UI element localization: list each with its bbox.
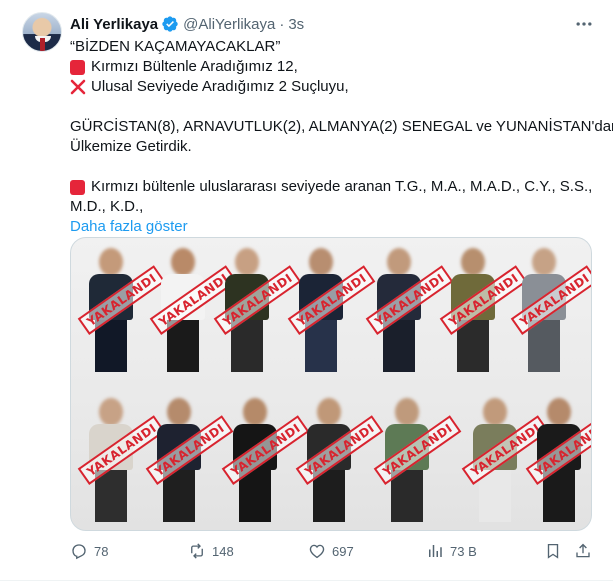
blurred-face (317, 398, 341, 426)
analytics-icon (429, 545, 442, 557)
person-legs (231, 320, 263, 372)
tweet-actions: 78 148 697 73 B (70, 541, 592, 561)
blurred-face (483, 398, 507, 426)
red-square-icon (70, 179, 85, 195)
reply-count: 78 (94, 543, 109, 559)
tweet-media-image[interactable]: YAKALANDI YAKALANDI YAKALANDI YAKALANDI YAKA… (70, 237, 592, 531)
reply-button[interactable]: 78 (70, 541, 108, 561)
person-legs (457, 320, 489, 372)
person-legs (313, 470, 345, 522)
tweet-header: Ali Yerlikaya @AliYerlikaya · 3s (70, 14, 304, 34)
blurred-face (243, 398, 267, 426)
photographed-person: YAKALANDI (287, 248, 376, 378)
blurred-face (387, 248, 411, 276)
view-count: 73 B (450, 543, 477, 559)
person-legs (391, 470, 423, 522)
blurred-face (171, 248, 195, 276)
person-legs (239, 470, 271, 522)
person-legs (543, 470, 575, 522)
tweet-line: Ülkemize Getirdik. (70, 138, 192, 155)
bookmark-icon (547, 543, 559, 559)
tweet-line: M.D., K.D., (70, 198, 144, 215)
person-legs (95, 320, 127, 372)
repost-button[interactable]: 148 (188, 541, 234, 561)
show-more-row: Daha fazla göster (70, 217, 590, 237)
tweet-line: Kırmızı bültenle uluslararası seviyede a… (70, 177, 592, 197)
photographed-person: YAKALANDI (221, 398, 310, 528)
tweet-line: Kırmızı Bültenle Aradığımız 12, (70, 57, 590, 77)
photographed-person: YAKALANDI (149, 248, 238, 378)
person-legs (305, 320, 337, 372)
tweet-line: “BİZDEN KAÇAMAYACAKLAR” (70, 38, 281, 55)
heart-icon (309, 544, 325, 559)
author-avatar[interactable] (22, 12, 62, 52)
tweet-card[interactable]: Ali Yerlikaya @AliYerlikaya · 3s “BİZDEN… (0, 0, 613, 581)
photographed-person: YAKALANDI (461, 398, 550, 528)
blurred-face (99, 248, 123, 276)
photographed-person: YAKALANDI (295, 398, 384, 528)
tweet-text: “BİZDEN KAÇAMAYACAKLAR” Kırmızı Bültenle… (70, 37, 613, 237)
bookmark-button[interactable] (544, 541, 562, 561)
header-separator: · (279, 15, 285, 33)
person-legs (163, 470, 195, 522)
more-options-icon[interactable] (574, 14, 594, 34)
cross-mark-icon (70, 79, 86, 95)
show-more-link[interactable]: Daha fazla göster (70, 217, 188, 237)
photographed-person: YAKALANDI (373, 398, 462, 528)
photographed-person: YAKALANDI (145, 398, 234, 528)
blurred-face (395, 398, 419, 426)
author-handle[interactable]: @AliYerlikaya (183, 16, 275, 33)
blurred-face (167, 398, 191, 426)
photographed-person: YAKALANDI (213, 248, 302, 378)
share-icon (576, 543, 590, 558)
blurred-face (309, 248, 333, 276)
repost-icon (191, 543, 203, 559)
photographed-person: YAKALANDI (77, 398, 166, 528)
repost-count: 148 (212, 543, 234, 559)
blurred-face (461, 248, 485, 276)
person-legs (479, 470, 511, 522)
red-square-icon (70, 59, 85, 75)
reply-icon (72, 544, 86, 560)
blurred-face (235, 248, 259, 276)
views-button[interactable]: 73 B (426, 541, 477, 561)
person-legs (528, 320, 560, 372)
photographed-person: YAKALANDI (510, 248, 591, 378)
person-legs (95, 470, 127, 522)
photographed-person: YAKALANDI (439, 248, 528, 378)
tweet-time[interactable]: 3s (288, 16, 304, 33)
blurred-face (532, 248, 556, 276)
photographed-person: YAKALANDI (77, 248, 166, 378)
blurred-face (99, 398, 123, 426)
tweet-line: GÜRCİSTAN(8), ARNAVUTLUK(2), ALMANYA(2) … (70, 118, 613, 135)
share-button[interactable] (574, 541, 592, 561)
tweet-line: Ulusal Seviyede Aradığımız 2 Suçluyu, (70, 77, 590, 97)
blurred-face (547, 398, 571, 426)
avatar-tie (40, 38, 45, 51)
photographed-person: YAKALANDI (525, 398, 591, 528)
person-legs (167, 320, 199, 372)
author-name[interactable]: Ali Yerlikaya (70, 16, 158, 33)
like-button[interactable]: 697 (308, 541, 354, 561)
photographed-person: YAKALANDI (365, 248, 454, 378)
person-legs (383, 320, 415, 372)
like-count: 697 (332, 543, 354, 559)
verified-badge-icon (162, 16, 178, 32)
